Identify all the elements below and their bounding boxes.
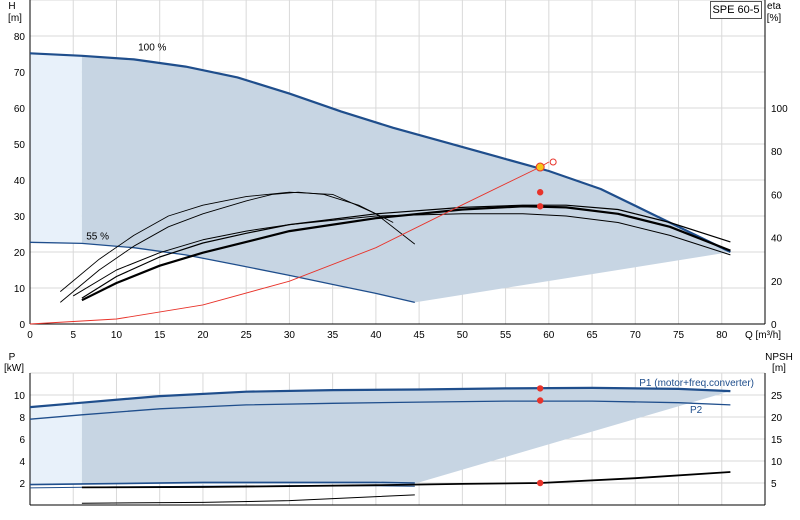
q-x-tick-label: 5 (70, 330, 76, 341)
head-y-tick-label: 30 (14, 212, 26, 223)
q-axis-label: Q [m³/h] (745, 330, 781, 341)
head-axis-unit: [m] (8, 13, 22, 24)
power-axis-unit: [kW] (4, 363, 24, 374)
head-y-tick-label: 60 (14, 104, 26, 115)
power-y-tick-label: 10 (14, 391, 26, 402)
q-x-tick-label: 35 (327, 330, 339, 341)
npsh-y2-tick-label: 20 (771, 413, 783, 424)
head-low-flow-region (30, 53, 82, 244)
q-x-tick-label: 50 (457, 330, 469, 341)
q-x-tick-label: 65 (586, 330, 598, 341)
speed-label-55: 55 % (86, 231, 109, 242)
eta-y2-tick-label: 40 (771, 234, 783, 245)
power-y-tick-label: 2 (19, 479, 25, 490)
power-y-tick-label: 8 (19, 413, 25, 424)
q-x-tick-label: 55 (500, 330, 512, 341)
head-y-tick-label: 20 (14, 248, 26, 259)
q-x-tick-label: 80 (716, 330, 728, 341)
marker-eta_pt_2 (536, 203, 544, 210)
marker-p1_pt (536, 385, 544, 392)
npsh-axis-unit: [m] (772, 363, 786, 374)
head-axis-label: H (8, 1, 15, 12)
head-y-tick-label: 70 (14, 68, 26, 79)
marker-eta_pt_1 (536, 189, 544, 196)
head-y-tick-label: 0 (19, 320, 25, 331)
q-x-tick-label: 0 (27, 330, 33, 341)
q-x-tick-label: 60 (543, 330, 555, 341)
head-y-tick-label: 40 (14, 176, 26, 187)
marker-duty_point (535, 162, 545, 172)
power-y-tick-label: 6 (19, 435, 25, 446)
p1-series-label: P1 (motor+freq.converter) (639, 378, 754, 389)
head-y-tick-label: 50 (14, 140, 26, 151)
npsh-y2-tick-label: 25 (771, 391, 783, 402)
marker-p2_pt (536, 397, 544, 404)
power-axis-label: P (9, 352, 16, 363)
npsh-y2-tick-label: 10 (771, 457, 783, 468)
marker-duty_open (549, 158, 557, 166)
q-x-tick-label: 10 (111, 330, 123, 341)
pump-performance-chart: 010203040506070800204060801000 5 10 15 20 25 3… (4, 0, 793, 506)
q-x-tick-label: 75 (673, 330, 685, 341)
marker-npsh_pt (536, 479, 544, 487)
npsh-axis-label: NPSH (765, 352, 793, 363)
eta-y2-tick-label: 20 (771, 277, 783, 288)
npsh-y2-tick-label: 5 (771, 479, 777, 490)
power-y-tick-label: 4 (19, 457, 25, 468)
model-label: SPE 60-5 (710, 1, 762, 19)
q-x-tick-label: 70 (630, 330, 642, 341)
speed-label-100: 100 % (138, 42, 166, 53)
q-x-tick-label: 40 (370, 330, 382, 341)
q-x-tick-label: 20 (197, 330, 209, 341)
p2-series-label: P2 (690, 405, 703, 416)
q-x-tick-label: 25 (241, 330, 253, 341)
q-x-tick-label: 45 (414, 330, 426, 341)
eta-axis-unit: [%] (767, 13, 782, 24)
eta-y2-tick-label: 100 (771, 104, 788, 115)
q-x-tick-label: 15 (154, 330, 166, 341)
q-x-tick-label: 30 (284, 330, 296, 341)
head-y-tick-label: 80 (14, 32, 26, 43)
eta-y2-tick-label: 80 (771, 147, 783, 158)
head-y-tick-label: 10 (14, 284, 26, 295)
eta-axis-label: eta (767, 1, 781, 12)
eta-y2-tick-label: 60 (771, 190, 783, 201)
npsh-y2-tick-label: 15 (771, 435, 783, 446)
